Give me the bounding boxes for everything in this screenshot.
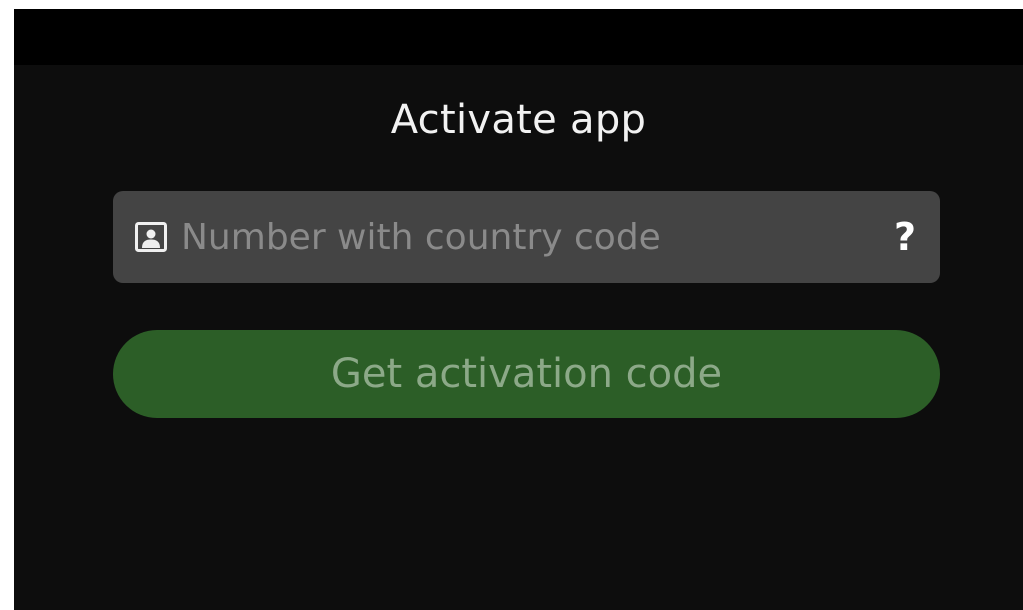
page-title: Activate app (390, 97, 647, 143)
status-bar (14, 9, 1023, 65)
get-activation-code-button[interactable]: Get activation code (113, 330, 940, 418)
help-button[interactable]: ? (894, 218, 916, 256)
phone-number-input[interactable] (181, 207, 894, 267)
phone-number-field[interactable]: ? (113, 191, 940, 283)
activation-screen: Activate app ? Get activation code (14, 9, 1023, 610)
contact-card-icon (135, 222, 167, 252)
